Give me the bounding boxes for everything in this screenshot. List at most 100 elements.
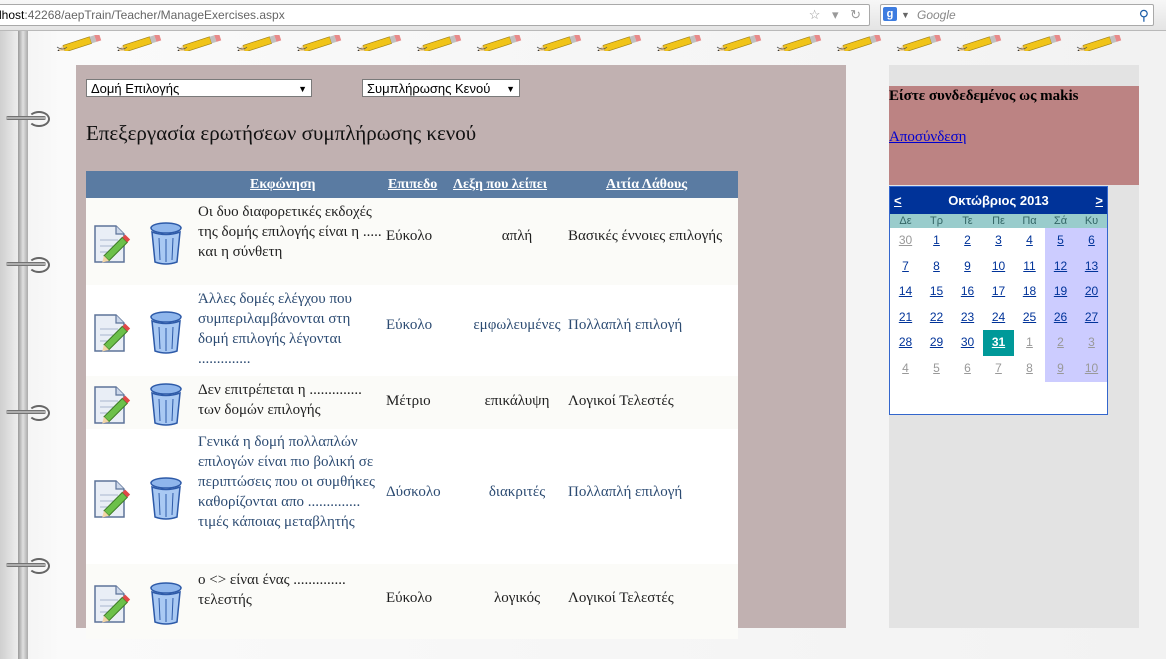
- calendar-day[interactable]: 27: [1076, 304, 1107, 331]
- structure-select[interactable]: Δομή Επιλογής ▼: [86, 79, 312, 97]
- trash-icon[interactable]: [146, 580, 186, 626]
- chevron-down-icon: ▼: [506, 84, 515, 94]
- calendar-day[interactable]: 9: [1045, 355, 1076, 382]
- error-cause-text: Πολλαπλή επιλογή: [568, 484, 683, 500]
- calendar-day[interactable]: 20: [1076, 279, 1107, 305]
- search-icon[interactable]: ⚲: [1139, 5, 1149, 25]
- header-statement[interactable]: Εκφώνηση: [250, 171, 315, 198]
- weekday-label: Τε: [962, 215, 973, 227]
- calendar-day[interactable]: 6: [1076, 228, 1107, 254]
- browser-search-box[interactable]: g ▼ Google ⚲: [880, 4, 1154, 26]
- calendar-day[interactable]: 30: [952, 330, 983, 356]
- logout-link[interactable]: Αποσύνδεση: [889, 129, 967, 146]
- calendar-day[interactable]: 14: [890, 279, 921, 305]
- calendar-day[interactable]: 4: [890, 356, 921, 382]
- calendar-day[interactable]: 3: [983, 228, 1014, 254]
- calendar-day[interactable]: 7: [983, 356, 1014, 382]
- table-row: Δεν επιτρέπεται η .............. των δομ…: [86, 376, 738, 429]
- question-text: Δεν επιτρέπεται η .............. των δομ…: [198, 382, 362, 418]
- missing-word-text: διακριτές: [488, 484, 546, 500]
- header-missing-word[interactable]: Λεξη που λείπει: [453, 171, 547, 198]
- edit-icon[interactable]: [92, 475, 132, 521]
- calendar-day[interactable]: 4: [1014, 228, 1045, 254]
- question-text: Οι δυο διαφορετικές εκδοχές της δομής επ…: [198, 204, 382, 260]
- question-text: ο <> είναι ένας .............. τελεστής: [198, 572, 346, 608]
- table-row: Οι δυο διαφορετικές εκδοχές της δομής επ…: [86, 198, 738, 285]
- page-title: Επεξεργασία ερωτήσεων συμπλήρωσης κενού: [86, 121, 477, 145]
- url-path: :42268/aepTrain/Teacher/ManageExercises.…: [24, 8, 285, 22]
- header-level[interactable]: Επιπεδο: [388, 171, 437, 198]
- calendar-day[interactable]: 30: [890, 228, 921, 254]
- table-row: Γενικά η δομή πολλαπλών επιλογών είναι π…: [86, 429, 738, 564]
- calendar-day[interactable]: 18: [1014, 279, 1045, 305]
- calendar-day[interactable]: 5: [921, 356, 952, 382]
- trash-icon[interactable]: [146, 309, 186, 355]
- pencil-icon: [776, 35, 822, 51]
- calendar-day[interactable]: 6: [952, 356, 983, 382]
- logged-in-text: Είστε συνδεδεμένος ως makis: [889, 88, 1079, 104]
- calendar-day[interactable]: 25: [1014, 305, 1045, 331]
- calendar-next-month[interactable]: >: [1095, 193, 1103, 208]
- header-error-cause[interactable]: Αιτία Λάθους: [606, 171, 687, 198]
- calendar-day[interactable]: 5: [1045, 228, 1076, 254]
- weekday-label: Πα: [1022, 215, 1037, 227]
- calendar-month-title: Οκτώβριος 2013: [948, 193, 1049, 208]
- calendar-day[interactable]: 28: [890, 330, 921, 356]
- calendar-day[interactable]: 15: [921, 279, 952, 305]
- pencil-icon: [656, 35, 702, 51]
- calendar-day[interactable]: 17: [983, 279, 1014, 305]
- calendar-day[interactable]: 11: [1014, 254, 1045, 280]
- level-text: Δύσκολο: [386, 484, 441, 500]
- address-bar[interactable]: lhost:42268/aepTrain/Teacher/ManageExerc…: [0, 4, 870, 26]
- binder-ring-icon: [6, 405, 50, 421]
- table-row: Άλλες δομές ελέγχου που συμπεριλαμβάνοντ…: [86, 285, 738, 376]
- calendar-day[interactable]: 3: [1076, 330, 1107, 356]
- calendar-day[interactable]: 7: [890, 254, 921, 280]
- calendar-day[interactable]: 22: [921, 305, 952, 331]
- weekday-label: Σά: [1053, 215, 1068, 227]
- error-cause-text: Βασικές έννοιες επιλογής: [568, 228, 723, 244]
- calendar-day[interactable]: 12: [1045, 253, 1076, 280]
- calendar-day[interactable]: 26: [1045, 304, 1076, 331]
- calendar-day[interactable]: 1: [921, 228, 952, 254]
- calendar-day[interactable]: 19: [1045, 279, 1076, 305]
- calendar-day[interactable]: 16: [952, 279, 983, 305]
- pencil-icon: [56, 35, 102, 51]
- bookmark-star-icon[interactable]: ☆ ▾ ↻: [809, 5, 865, 25]
- calendar: < Οκτώβριος 2013 > Δε Τρ Τε Πε Πα Σά Κυ 30 1 2 3 4…: [889, 186, 1108, 415]
- calendar-day[interactable]: 23: [952, 305, 983, 331]
- google-icon: g: [883, 7, 897, 21]
- edit-icon[interactable]: [92, 220, 132, 266]
- calendar-day[interactable]: 31: [983, 330, 1014, 356]
- binder-ring-icon: [6, 558, 50, 574]
- calendar-day[interactable]: 1: [1014, 330, 1045, 356]
- pencil-icon: [356, 35, 402, 51]
- calendar-day[interactable]: 13: [1076, 253, 1107, 280]
- trash-icon[interactable]: [146, 475, 186, 521]
- calendar-day[interactable]: 2: [1045, 330, 1076, 356]
- table-header: Εκφώνηση Επιπεδο Λεξη που λείπει Αιτία Λ…: [86, 171, 738, 198]
- pencil-icon: [836, 35, 882, 51]
- calendar-day[interactable]: 24: [983, 305, 1014, 331]
- calendar-day[interactable]: 8: [1014, 356, 1045, 382]
- calendar-day[interactable]: 8: [921, 254, 952, 280]
- dropdown-icon[interactable]: ▼: [901, 5, 910, 25]
- calendar-day[interactable]: 2: [952, 228, 983, 254]
- binder-ring-icon: [6, 257, 50, 273]
- pencil-border: [55, 31, 1125, 55]
- question-text: Άλλες δομές ελέγχου που συμπεριλαμβάνοντ…: [198, 291, 352, 367]
- edit-icon[interactable]: [92, 309, 132, 355]
- calendar-day[interactable]: 10: [983, 254, 1014, 280]
- error-cause-text: Λογικοί Τελεστές: [568, 590, 674, 606]
- calendar-day[interactable]: 21: [890, 305, 921, 331]
- calendar-day[interactable]: 29: [921, 330, 952, 356]
- trash-icon[interactable]: [146, 381, 186, 427]
- edit-icon[interactable]: [92, 580, 132, 626]
- calendar-day[interactable]: 10: [1076, 355, 1107, 382]
- calendar-days: 30 1 2 3 4 5 6 7 8 9 10 11 12 13 14 15 16 17 18 19 20 21 22 23 2…: [890, 228, 1107, 382]
- exercise-type-select[interactable]: Συμπλήρωσης Κενού ▼: [362, 79, 520, 97]
- weekday-label: Πε: [992, 215, 1005, 227]
- trash-icon[interactable]: [146, 220, 186, 266]
- calendar-day[interactable]: 9: [952, 254, 983, 280]
- edit-icon[interactable]: [92, 381, 132, 427]
